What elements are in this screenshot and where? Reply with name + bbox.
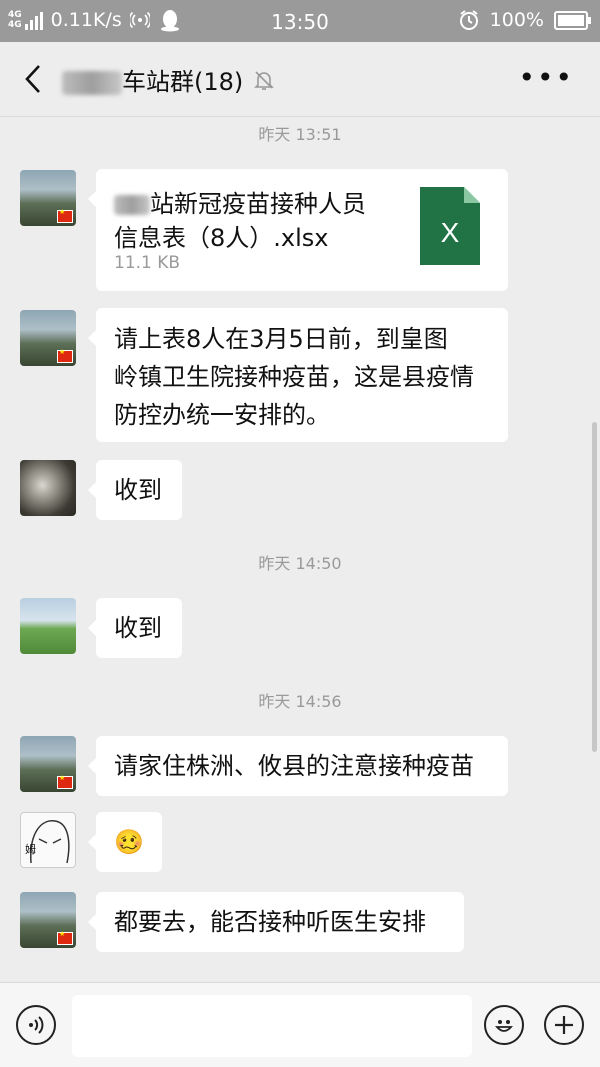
redacted-text (114, 195, 150, 215)
flag-icon (57, 774, 73, 789)
chat-title: 车站群(18) (62, 62, 275, 97)
input-bar (0, 982, 600, 1067)
plus-icon (555, 1016, 573, 1034)
message-text: 请家住株洲、攸县的注意接种疫苗 (114, 752, 474, 780)
excel-letter: X (441, 217, 460, 248)
timestamp: 昨天 14:56 (258, 692, 342, 711)
avatar[interactable]: 姆 (20, 812, 76, 868)
avatar[interactable] (20, 170, 76, 226)
timestamp: 昨天 14:50 (258, 554, 342, 573)
more-icon: ••• (518, 61, 574, 94)
svg-text:姆: 姆 (25, 842, 36, 856)
alarm-icon (459, 10, 478, 30)
flag-icon (57, 348, 73, 363)
back-button[interactable] (18, 62, 48, 96)
battery-percent: 100% (489, 9, 544, 31)
emoji-button[interactable] (484, 1005, 524, 1045)
emoji-icon (495, 1020, 513, 1032)
message-input[interactable] (72, 995, 472, 1057)
text-message[interactable]: 请上表8人在3月5日前，到皇图 岭镇卫生院接种疫苗，这是县疫情 防控办统一安排的… (88, 308, 508, 442)
file-name-line1: 站新冠疫苗接种人员 (150, 190, 366, 218)
message-line: 请上表8人在3月5日前，到皇图 (114, 325, 448, 353)
message-line: 岭镇卫生院接种疫苗，这是县疫情 (114, 363, 474, 391)
excel-file-icon: X (420, 187, 480, 265)
redacted-text (62, 71, 122, 95)
avatar[interactable] (20, 598, 76, 654)
message-list[interactable]: 昨天 13:51 站新冠疫苗接种人员信息表（8人）.xlsx 11.1 KB X… (0, 116, 600, 982)
message-line: 防控办统一安排的。 (114, 401, 330, 429)
file-size: 11.1 KB (114, 253, 181, 273)
battery-icon (554, 10, 591, 30)
flag-icon (57, 930, 73, 945)
emoji-text: 🥴 (114, 828, 144, 856)
file-message[interactable]: 站新冠疫苗接种人员信息表（8人）.xlsx 11.1 KB X (88, 169, 508, 291)
avatar[interactable] (20, 460, 76, 516)
more-button[interactable]: ••• (518, 64, 574, 92)
avatar[interactable] (20, 736, 76, 792)
text-message[interactable]: 都要去，能否接种听医生安排 (88, 892, 464, 952)
chat-header: 车站群(18) ••• (0, 42, 600, 117)
scrollbar[interactable] (592, 422, 597, 752)
message-text: 收到 (114, 476, 162, 504)
text-message[interactable]: 请家住株洲、攸县的注意接种疫苗 (88, 736, 508, 796)
plus-button[interactable] (544, 1005, 584, 1045)
flag-icon (57, 208, 73, 223)
file-name: 站新冠疫苗接种人员信息表（8人）.xlsx (114, 187, 400, 255)
timestamp: 昨天 13:51 (258, 125, 342, 144)
avatar[interactable] (20, 310, 76, 366)
voice-button[interactable] (16, 1005, 56, 1045)
status-bar: 4G 4G 0.11K/s 13:50 100% (0, 0, 600, 42)
emoji-message[interactable]: 🥴 (88, 812, 162, 872)
file-name-line2: 信息表（8人）.xlsx (114, 224, 329, 252)
text-message[interactable]: 收到 (88, 460, 182, 520)
chat-title-text: 车站群(18) (122, 68, 244, 96)
avatar[interactable] (20, 892, 76, 948)
text-message[interactable]: 收到 (88, 598, 182, 658)
anime-avatar-icon: 姆 (25, 820, 70, 864)
back-arrow-icon (25, 65, 40, 93)
voice-icon (29, 1016, 44, 1034)
message-text: 收到 (114, 614, 162, 642)
mute-bell-icon (254, 70, 275, 90)
message-text: 都要去，能否接种听医生安排 (114, 908, 426, 936)
